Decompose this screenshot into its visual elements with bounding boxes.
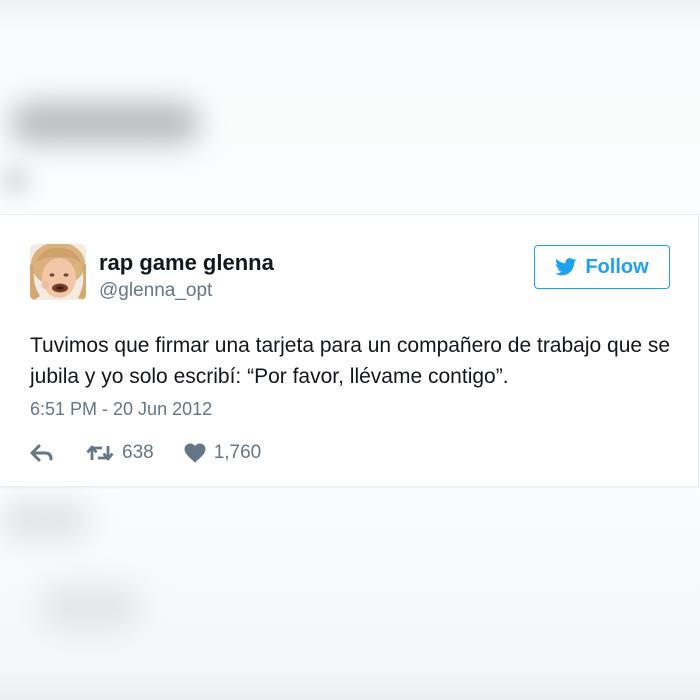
tweet-text: Tuvimos que firmar una tarjeta para un c… — [30, 334, 671, 388]
blurred-text-fragment — [0, 500, 90, 540]
reply-button[interactable] — [30, 444, 54, 462]
tweet-actions: 638 1,760 — [30, 439, 261, 467]
display-name[interactable]: rap game glenna — [99, 250, 274, 276]
tweet-card: rap game glenna @glenna_opt Follow Tuvim… — [0, 214, 699, 487]
reply-icon — [30, 444, 53, 462]
blurred-text-fragment — [10, 102, 200, 144]
follow-label: Follow — [585, 255, 649, 278]
retweet-button[interactable]: 638 — [86, 442, 154, 464]
retweet-count: 638 — [122, 442, 154, 463]
retweet-icon — [86, 445, 114, 461]
like-count: 1,760 — [213, 442, 262, 463]
blurred-text-fragment — [0, 165, 30, 195]
follow-button[interactable]: Follow — [534, 245, 670, 289]
blurred-text-fragment — [40, 585, 140, 630]
user-handle[interactable]: @glenna_opt — [99, 280, 212, 302]
like-button[interactable]: 1,760 — [184, 442, 262, 464]
tweet-timestamp[interactable]: 6:51 PM - 20 Jun 2012 — [30, 399, 212, 420]
avatar[interactable] — [30, 244, 86, 300]
twitter-bird-icon — [555, 258, 577, 276]
heart-icon — [184, 443, 206, 463]
avatar-image — [30, 244, 86, 300]
